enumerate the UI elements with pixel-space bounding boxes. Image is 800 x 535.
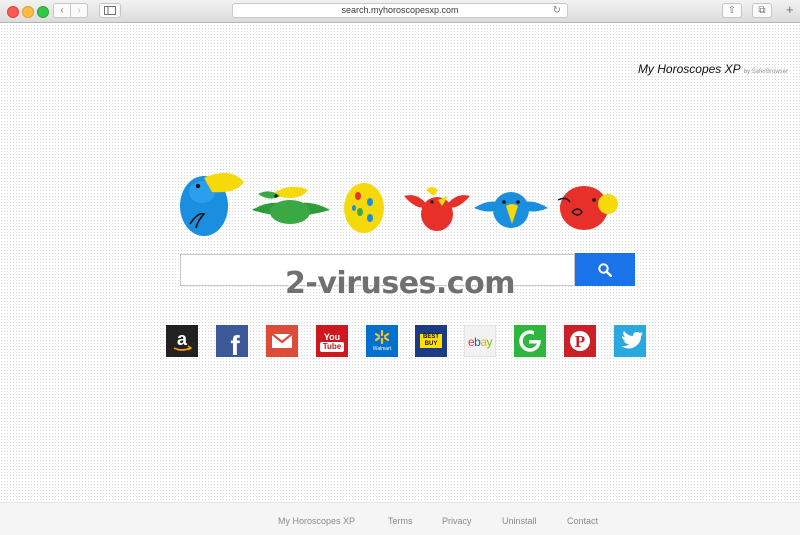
sidebar-toggle-button[interactable] xyxy=(99,3,121,18)
brand-name: My Horoscopes XP xyxy=(637,62,741,76)
back-button[interactable]: ‹ xyxy=(53,3,71,18)
gmail-icon xyxy=(271,333,293,348)
footer-link-contact[interactable]: Contact xyxy=(567,516,598,526)
svg-text:f: f xyxy=(230,330,240,357)
show-tabs-button[interactable]: ⧉ xyxy=(752,3,772,18)
close-window-button[interactable] xyxy=(7,6,19,18)
yellow-egg-icon xyxy=(344,183,384,233)
watermark-text: 2-viruses.com xyxy=(285,266,515,301)
blue-bird-icon xyxy=(474,192,548,228)
url-text: search.myhoroscopesxp.com xyxy=(341,5,459,15)
amazon-icon: a xyxy=(173,329,193,351)
blue-parrot-icon xyxy=(180,172,244,236)
green-bird-icon xyxy=(252,186,330,224)
browser-toolbar: ‹ › search.myhoroscopesxp.com ↻ ⇧ ⧉ + xyxy=(0,0,800,23)
twitter-link[interactable] xyxy=(614,325,646,357)
walmart-link[interactable]: Walmart xyxy=(366,325,398,357)
new-tab-button[interactable]: + xyxy=(786,2,794,17)
walmart-label: Walmart xyxy=(372,346,392,352)
pinterest-icon: P xyxy=(570,331,590,351)
footer-link-uninstall[interactable]: Uninstall xyxy=(502,516,537,526)
youtube-icon-text-bottom: Tube xyxy=(320,342,344,352)
svg-text:P: P xyxy=(575,332,585,351)
facebook-link[interactable]: f xyxy=(216,325,248,357)
brand-byline: by SaferBrowser xyxy=(743,69,788,75)
twitter-icon xyxy=(621,331,643,349)
sidebar-icon xyxy=(104,6,116,15)
ebay-icon: ebay xyxy=(465,335,495,349)
brand-logo[interactable]: My Horoscopes XP by SaferBrowser xyxy=(638,60,788,78)
footer-link-privacy[interactable]: Privacy xyxy=(442,516,472,526)
g-icon xyxy=(519,330,542,352)
share-button[interactable]: ⇧ xyxy=(722,3,742,18)
gmail-link[interactable] xyxy=(266,325,298,357)
facebook-icon: f xyxy=(230,330,240,357)
reload-icon[interactable]: ↻ xyxy=(553,4,561,17)
svg-text:a: a xyxy=(177,329,188,349)
minimize-window-button[interactable] xyxy=(22,6,34,18)
footer-link-terms[interactable]: Terms xyxy=(388,516,413,526)
red-round-bird-icon xyxy=(557,186,618,230)
walmart-icon xyxy=(374,329,390,345)
youtube-link[interactable]: You Tube xyxy=(316,325,348,357)
bestbuy-link[interactable]: BEST BUY xyxy=(415,325,447,357)
ebay-link[interactable]: ebay xyxy=(464,325,496,357)
bestbuy-icon: BEST BUY xyxy=(420,334,442,348)
forward-button[interactable]: › xyxy=(70,3,88,18)
address-bar[interactable]: search.myhoroscopesxp.com ↻ xyxy=(232,3,568,18)
grammarly-link[interactable] xyxy=(514,325,546,357)
footer: My Horoscopes XP Terms Privacy Uninstall… xyxy=(0,502,800,535)
youtube-icon-text-top: You xyxy=(323,332,341,342)
ebay-letter-y: y xyxy=(486,335,493,349)
amazon-link[interactable]: a xyxy=(166,325,198,357)
footer-link-my-horoscopes-xp[interactable]: My Horoscopes XP xyxy=(278,516,355,526)
maximize-window-button[interactable] xyxy=(37,6,49,18)
red-bird-icon xyxy=(404,187,470,231)
pinterest-link[interactable]: P xyxy=(564,325,596,357)
